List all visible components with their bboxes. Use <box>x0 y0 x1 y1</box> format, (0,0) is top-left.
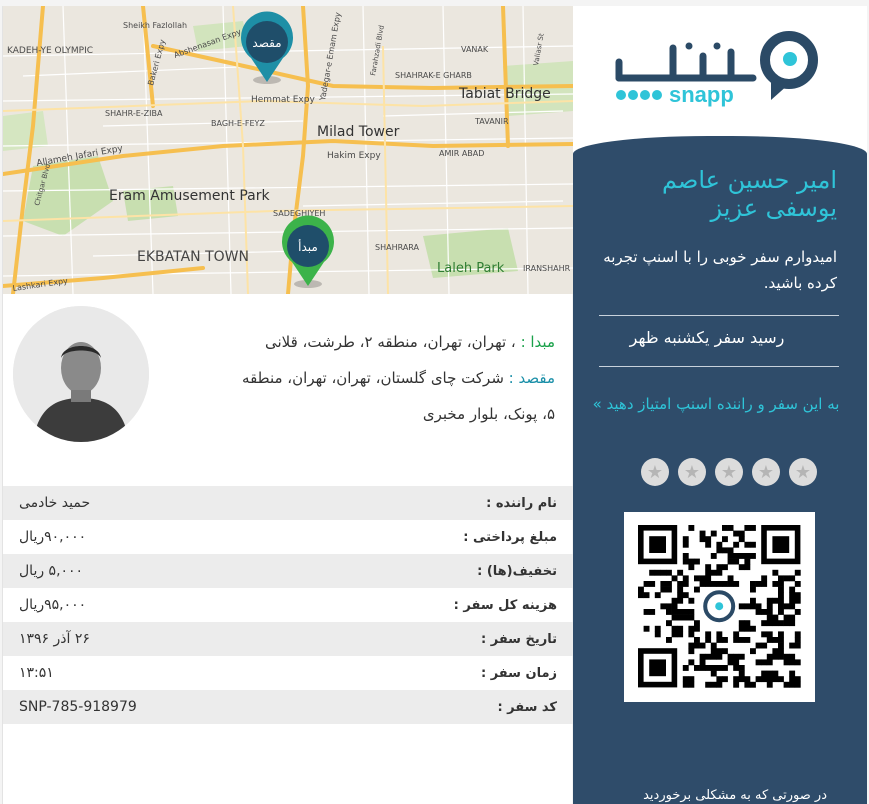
destination-line: مقصد : شرکت چای گلستان، تهران، تهران، من… <box>175 360 555 396</box>
divider-top <box>599 315 839 316</box>
destination-label: مقصد : <box>508 369 555 387</box>
destination-value-1: شرکت چای گلستان، تهران، تهران، منطقه <box>242 369 504 387</box>
detail-row-paid: ۹۰,۰۰۰ریال مبلغ پرداختی : <box>3 520 573 554</box>
detail-row-driver: حمید خادمی نام راننده : <box>3 486 573 520</box>
driver-name-value: حمید خادمی <box>19 495 91 511</box>
driver-avatar <box>13 306 149 442</box>
map-label-laleh: Laleh Park <box>437 261 505 276</box>
date-value: ۲۶ آذر ۱۳۹۶ <box>19 631 90 647</box>
time-key: زمان سفر : <box>481 665 557 681</box>
star-icon[interactable]: ★ <box>715 458 743 486</box>
receipt-title: رسید سفر یکشنبه ظهر <box>629 328 785 347</box>
detail-row-discount: ۵,۰۰۰ ریال تخفیف(ها) : <box>3 554 573 588</box>
detail-row-time: ۱۳:۵۱ زمان سفر : <box>3 656 573 690</box>
time-value: ۱۳:۵۱ <box>19 665 54 681</box>
star-icon[interactable]: ★ <box>641 458 669 486</box>
map-label-sheikh: Sheikh Fazlollah <box>123 21 187 30</box>
star-icon[interactable]: ★ <box>678 458 706 486</box>
divider-bottom <box>599 366 839 367</box>
snapp-logo[interactable]: snapp <box>613 28 823 108</box>
star-icon[interactable]: ★ <box>789 458 817 486</box>
map-label-amirabad: AMIR ABAD <box>439 149 484 158</box>
map-label-iranshahr: IRANSHAHR <box>523 264 571 273</box>
destination-value-2: ۵، پونک، بلوار مخبری <box>422 405 555 423</box>
trip-info: مبدا : ، تهران، تهران، منطقه ۲، طرشت، قل… <box>3 294 573 484</box>
footer-text: در صورتی که به مشکلی برخوردید <box>643 788 827 803</box>
map-label-shahrak: SHAHRAK-E GHARB <box>395 71 472 80</box>
qr-code <box>624 512 815 702</box>
origin-value: ، تهران، تهران، منطقه ۲، طرشت، قلانی <box>264 333 516 351</box>
map-label-shahrara: SHAHRARA <box>375 243 420 252</box>
wish-text: امیدوارم سفر خوبی را با اسنپ تجربه کرده … <box>603 248 837 292</box>
map-label-sadeghiyeh: SADEGHIYEH <box>273 209 325 218</box>
detail-row-total: ۹۵,۰۰۰ریال هزینه کل سفر : <box>3 588 573 622</box>
driver-name-key: نام راننده : <box>486 495 557 511</box>
map-label-tavanir: TAVANIR <box>474 117 509 126</box>
map-label-vanak: VANAK <box>461 45 489 54</box>
summary-panel: snapp امیر حسین عاصم یوسفی عزیز امیدوارم… <box>573 6 867 804</box>
detail-row-date: ۲۶ آذر ۱۳۹۶ تاریخ سفر : <box>3 622 573 656</box>
map-label-ekbatan: EKBATAN TOWN <box>137 249 249 265</box>
map-label-kadeh: KADEH-YE OLYMPIC <box>7 46 93 56</box>
map-label-tabiat: Tabiat Bridge <box>458 86 551 102</box>
receipt-page: KADEH-YE OLYMPIC Sheikh Fazlollah Abshen… <box>0 0 869 804</box>
passenger-name: امیر حسین عاصم یوسفی عزیز <box>661 166 837 222</box>
map-label-eram: Eram Amusement Park <box>109 188 270 204</box>
logo-text-en: snapp <box>669 82 734 107</box>
detail-row-code: SNP-785-918979 کد سفر : <box>3 690 573 724</box>
trip-code-value: SNP-785-918979 <box>19 699 137 715</box>
map-label-baghfeyz: BAGH-E-FEYZ <box>211 119 265 128</box>
paid-key: مبلغ پرداختی : <box>463 529 557 545</box>
origin-line: مبدا : ، تهران، تهران، منطقه ۲، طرشت، قل… <box>175 324 555 360</box>
snapp-pin-icon <box>760 31 818 100</box>
destination-line-2: ۵، پونک، بلوار مخبری <box>175 396 555 432</box>
paid-value: ۹۰,۰۰۰ریال <box>19 529 87 545</box>
trip-details-table: حمید خادمی نام راننده : ۹۰,۰۰۰ریال مبلغ … <box>3 486 573 724</box>
route-text: مبدا : ، تهران، تهران، منطقه ۲، طرشت، قل… <box>175 324 555 432</box>
map-label-hemmat: Hemmat Expy <box>251 95 315 105</box>
discount-key: تخفیف(ها) : <box>477 563 557 579</box>
origin-label: مبدا : <box>520 333 555 351</box>
date-key: تاریخ سفر : <box>481 631 557 647</box>
total-value: ۹۵,۰۰۰ریال <box>19 597 87 613</box>
trip-card: KADEH-YE OLYMPIC Sheikh Fazlollah Abshen… <box>2 6 573 804</box>
map-label-hakim: Hakim Expy <box>327 151 381 161</box>
rating-stars: ★ ★ ★ ★ ★ <box>641 458 817 486</box>
route-map[interactable]: KADEH-YE OLYMPIC Sheikh Fazlollah Abshen… <box>3 6 573 294</box>
map-label-milad: Milad Tower <box>317 124 400 140</box>
total-key: هزینه کل سفر : <box>453 597 557 613</box>
star-icon[interactable]: ★ <box>752 458 780 486</box>
origin-pin-label: مبدأ <box>298 239 318 254</box>
trip-code-key: کد سفر : <box>497 699 557 715</box>
map-label-shahreziba: SHAHR-E-ZIBA <box>105 109 163 118</box>
rate-link[interactable]: به این سفر و راننده اسنپ امتیاز دهید » <box>591 392 841 416</box>
discount-value: ۵,۰۰۰ ریال <box>19 563 84 579</box>
destination-pin-label: مقصد <box>252 36 281 50</box>
map-canvas: KADEH-YE OLYMPIC Sheikh Fazlollah Abshen… <box>3 6 573 294</box>
